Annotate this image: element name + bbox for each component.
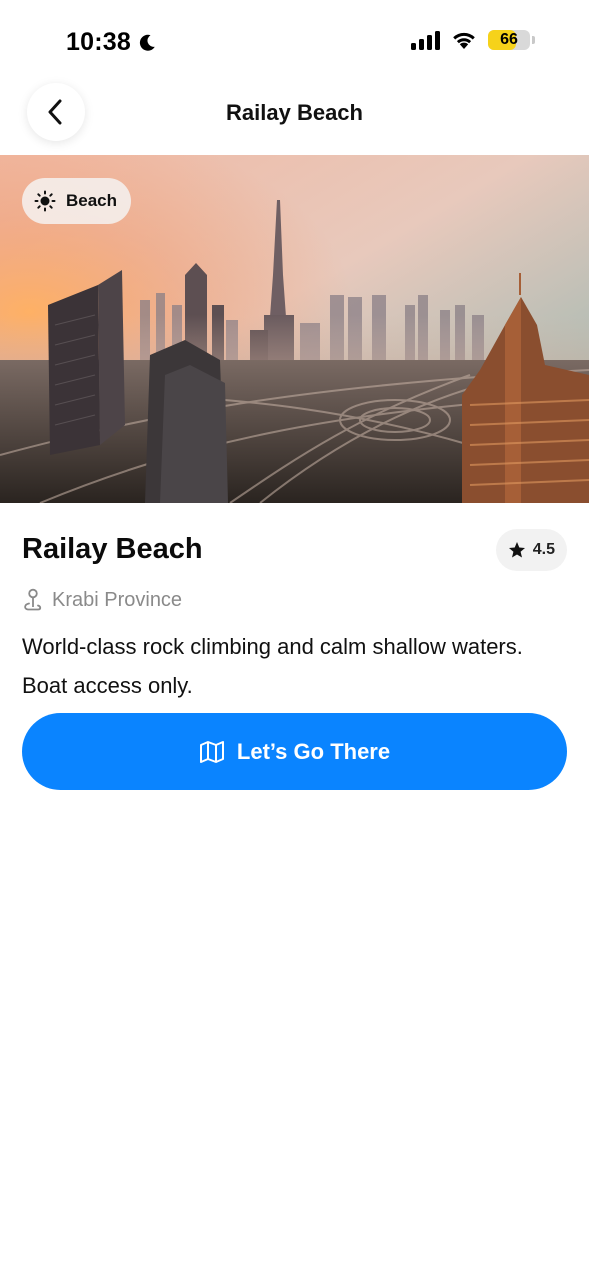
sun-icon (34, 190, 56, 212)
battery-body: 66 (488, 30, 530, 50)
moon-icon (139, 34, 155, 51)
status-icons: 66 (411, 30, 535, 50)
status-time: 10:38 (66, 28, 157, 57)
place-title: Railay Beach (22, 533, 203, 565)
nav-header: Railay Beach (0, 80, 589, 152)
signal-icon (411, 30, 440, 50)
map-pin-icon (24, 588, 42, 611)
map-icon (199, 740, 224, 763)
battery-icon: 66 (488, 30, 535, 50)
star-icon (508, 542, 525, 558)
category-label: Beach (66, 191, 118, 210)
cta-label: Let’s Go There (236, 738, 391, 764)
rating-badge: 4.5 (495, 529, 567, 571)
battery-level: 66 (500, 31, 518, 48)
status-bar: 10:38 66 (0, 0, 589, 80)
wifi-icon (453, 32, 475, 49)
page-title: Railay Beach (226, 100, 363, 125)
status-time-text: 10:38 (66, 28, 131, 56)
lets-go-there-button[interactable]: Let’s Go There (22, 713, 567, 790)
place-description: World-class rock climbing and calm shall… (22, 634, 523, 698)
battery-cap (532, 36, 535, 44)
location-row: Krabi Province (22, 588, 182, 612)
category-chip: Beach (22, 178, 132, 224)
location-text: Krabi Province (52, 588, 183, 611)
hero-image: Beach (0, 155, 589, 503)
rating-value: 4.5 (532, 541, 555, 558)
